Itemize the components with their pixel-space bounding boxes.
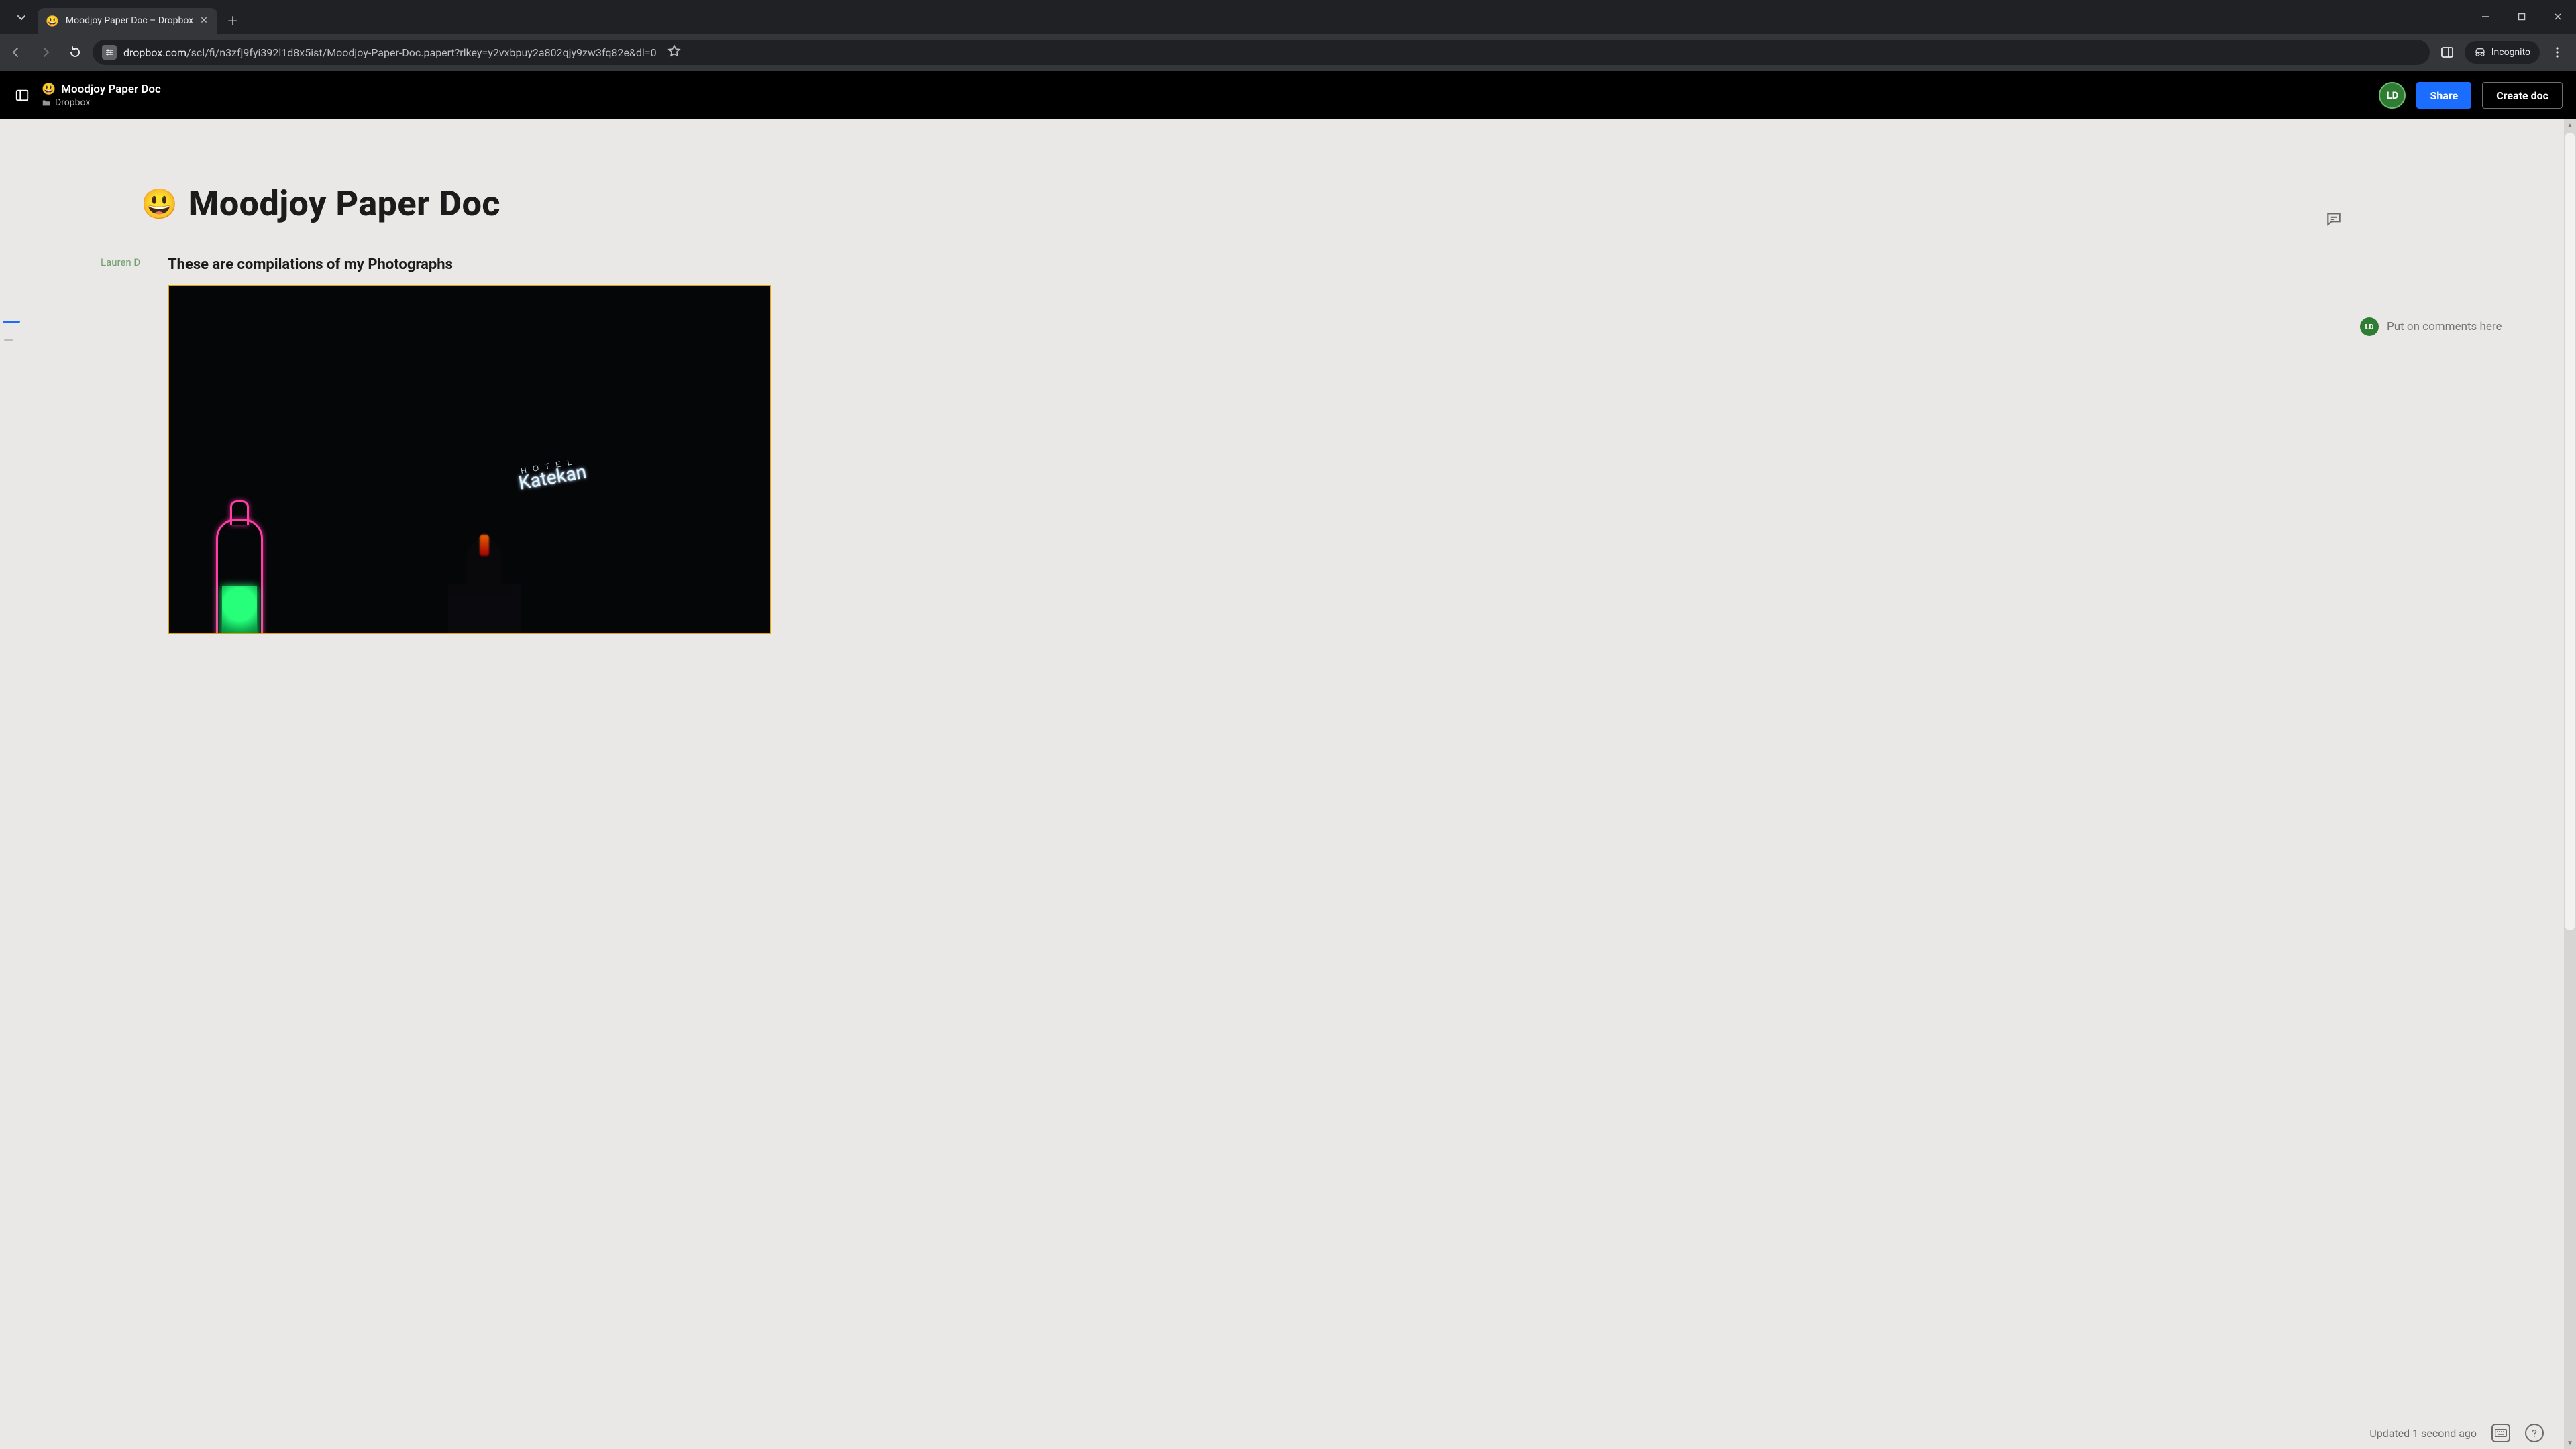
app-viewport: 😃 Moodjoy Paper Doc Dropbox LD Share Cre… [0, 71, 2576, 1449]
window-close-button[interactable] [2540, 0, 2576, 34]
tab-search-dropdown[interactable] [9, 5, 34, 30]
browser-menu-button[interactable] [2545, 40, 2569, 64]
scroll-up-icon[interactable]: ▲ [2564, 119, 2576, 131]
sidebar-icon [15, 88, 30, 103]
photo-hotel-sign: H O T E L Katekan [516, 455, 588, 494]
document-title-row[interactable]: 😃 Moodjoy Paper Doc [141, 183, 2363, 224]
sidebar-toggle-button[interactable] [13, 87, 31, 104]
reload-icon [68, 46, 82, 59]
document-title: Moodjoy Paper Doc [189, 183, 500, 224]
arrow-right-icon [39, 46, 52, 59]
comment-input-row: LD [2360, 317, 2548, 336]
arrow-left-icon [9, 46, 23, 59]
browser-tab-bar: 😃 Moodjoy Paper Doc – Dropbox ✕ ＋ [0, 0, 2576, 34]
incognito-label: Incognito [2491, 47, 2530, 58]
last-updated-text: Updated 1 second ago [2369, 1427, 2477, 1440]
nav-back-button[interactable] [4, 40, 28, 64]
outline-marker-active[interactable] [3, 321, 20, 323]
window-maximize-button[interactable] [2504, 0, 2540, 34]
window-minimize-button[interactable] [2467, 0, 2504, 34]
embedded-image[interactable]: H O T E L Katekan [168, 285, 771, 634]
avatar[interactable]: LD [2379, 82, 2406, 109]
tab-close-icon[interactable]: ✕ [200, 15, 208, 26]
browser-tab[interactable]: 😃 Moodjoy Paper Doc – Dropbox ✕ [38, 8, 217, 34]
line-attribution[interactable]: Lauren D [101, 256, 140, 268]
header-doc-title[interactable]: 😃 Moodjoy Paper Doc [42, 83, 161, 96]
header-doc-title-text: Moodjoy Paper Doc [61, 83, 161, 96]
comment-avatar: LD [2360, 317, 2379, 336]
comment-input[interactable] [2387, 320, 2548, 333]
tab-title: Moodjoy Paper Doc – Dropbox [66, 15, 193, 26]
vertical-scrollbar[interactable]: ▲ ▼ [2564, 119, 2576, 1449]
panel-icon [2440, 46, 2454, 59]
status-bar: Updated 1 second ago ? [2369, 1424, 2544, 1442]
document-title-emoji: 😃 [141, 186, 178, 221]
document-body-heading[interactable]: These are compilations of my Photographs [168, 256, 2363, 273]
keyboard-shortcuts-button[interactable] [2491, 1424, 2510, 1442]
add-comment-button[interactable] [2325, 210, 2343, 227]
document-canvas: 😃 Moodjoy Paper Doc Lauren D These are c… [0, 119, 2564, 1449]
nav-forward-button[interactable] [34, 40, 58, 64]
incognito-indicator[interactable]: Incognito [2465, 41, 2540, 64]
breadcrumb[interactable]: Dropbox [42, 97, 161, 108]
photo-neon-bottle [216, 519, 263, 634]
browser-address-bar: dropbox.com/scl/fi/n3zfj9fyi392l1d8x5ist… [0, 34, 2576, 71]
kebab-icon [2551, 46, 2563, 58]
nav-reload-button[interactable] [63, 40, 87, 64]
app-header: 😃 Moodjoy Paper Doc Dropbox LD Share Cre… [0, 71, 2576, 119]
keyboard-icon [2495, 1429, 2507, 1437]
document-outline[interactable] [3, 321, 23, 341]
incognito-icon [2474, 46, 2486, 58]
share-button[interactable]: Share [2416, 82, 2471, 109]
breadcrumb-root: Dropbox [55, 97, 90, 108]
create-doc-button[interactable]: Create doc [2482, 82, 2563, 109]
side-panel-button[interactable] [2435, 40, 2459, 64]
tab-favicon: 😃 [46, 15, 59, 28]
header-doc-emoji: 😃 [42, 83, 56, 96]
bookmark-star-icon[interactable] [667, 44, 681, 60]
folder-icon [42, 98, 51, 107]
url-bar[interactable]: dropbox.com/scl/fi/n3zfj9fyi392l1d8x5ist… [93, 40, 2430, 65]
window-controls [2467, 0, 2576, 34]
scroll-down-icon[interactable]: ▼ [2564, 1437, 2576, 1449]
scroll-thumb[interactable] [2565, 133, 2575, 930]
photo-building-silhouette [424, 525, 545, 633]
new-tab-button[interactable]: ＋ [223, 11, 243, 31]
comment-icon [2325, 210, 2343, 227]
help-button[interactable]: ? [2525, 1424, 2544, 1442]
site-settings-icon[interactable] [102, 45, 117, 60]
outline-marker[interactable] [4, 339, 13, 341]
url-text: dropbox.com/scl/fi/n3zfj9fyi392l1d8x5ist… [123, 46, 657, 59]
chevron-down-icon [16, 12, 27, 23]
